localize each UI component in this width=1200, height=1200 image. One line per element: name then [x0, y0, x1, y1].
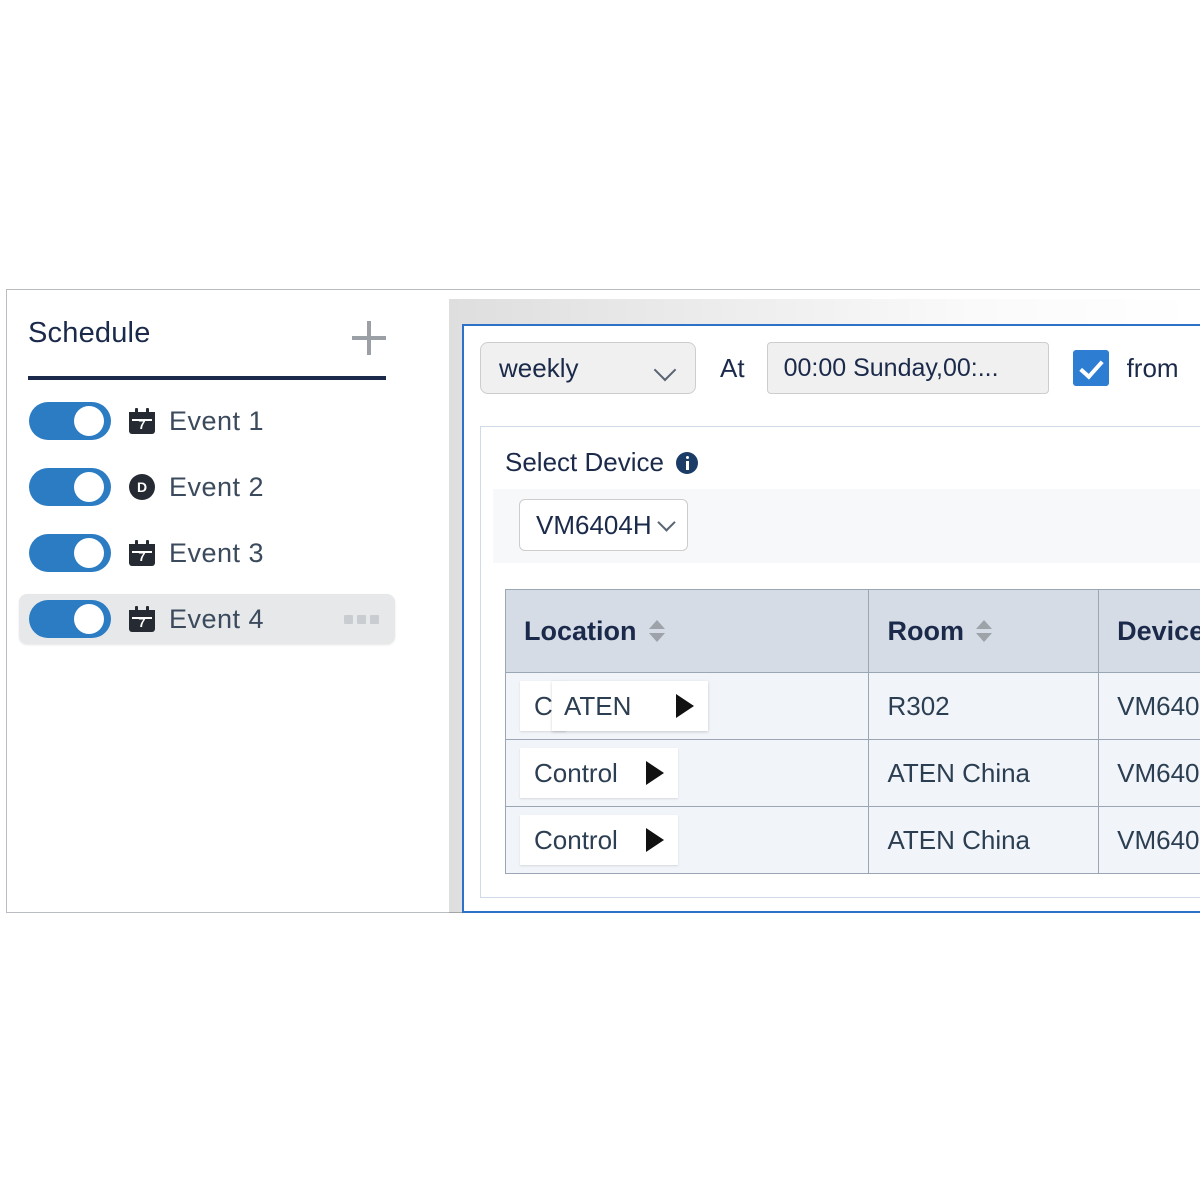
list-item-label: Event 4	[169, 604, 264, 635]
chevron-down-icon	[657, 513, 675, 531]
at-label: At	[720, 353, 745, 384]
select-device-heading: Select Device	[505, 447, 698, 478]
expand-arrow-icon[interactable]	[646, 828, 664, 852]
toggle-knob	[74, 604, 104, 634]
page-title: Schedule	[28, 317, 151, 350]
table-row[interactable]: Control ATEN China VM6404	[506, 806, 1200, 873]
calendar-icon-day: 7	[129, 616, 155, 629]
calendar-icon: 7	[129, 540, 155, 566]
from-checkbox[interactable]	[1073, 350, 1109, 386]
screenshot-root: Schedule 7 Event 1	[0, 0, 1200, 1200]
schedule-edit-modal: weekly At 00:00 Sunday,00:... from Selec…	[462, 324, 1200, 913]
schedule-divider	[28, 376, 386, 380]
overflow-menu-icon[interactable]	[344, 615, 379, 624]
schedule-header: Schedule	[28, 317, 386, 371]
toggle-knob	[74, 406, 104, 436]
from-label: from	[1127, 353, 1179, 384]
device-model-value: VM6404H	[536, 510, 652, 541]
column-header-device[interactable]: Device	[1099, 590, 1200, 672]
calendar-icon: 7	[129, 606, 155, 632]
cell-location: Co ATEN	[506, 672, 869, 739]
list-item-selected[interactable]: 7 Event 4	[19, 594, 395, 644]
cell-room: ATEN China	[869, 806, 1099, 873]
column-header-room[interactable]: Room	[869, 590, 1099, 672]
info-icon[interactable]	[676, 452, 698, 474]
location-popup[interactable]: ATEN	[552, 681, 708, 731]
location-chip-label: Control	[534, 825, 618, 856]
circle-d-icon: D	[129, 474, 155, 500]
column-header-location[interactable]: Location	[506, 590, 869, 672]
event-toggle[interactable]	[29, 468, 111, 506]
select-device-panel: Select Device VM6404H Location Room	[480, 426, 1200, 898]
list-item-label: Event 2	[169, 472, 264, 503]
list-item[interactable]: 7 Event 3	[19, 528, 395, 578]
device-model-select[interactable]: VM6404H	[519, 499, 688, 551]
cell-location: Control	[506, 806, 869, 873]
time-value: 00:00 Sunday,00:...	[784, 354, 999, 383]
device-table: Location Room Device Co	[505, 589, 1200, 874]
list-item[interactable]: D Event 2	[19, 462, 395, 512]
event-toggle[interactable]	[29, 600, 111, 638]
calendar-icon: 7	[129, 408, 155, 434]
toggle-knob	[74, 538, 104, 568]
toggle-knob	[74, 472, 104, 502]
list-item[interactable]: 7 Event 1	[19, 396, 395, 446]
recurrence-value: weekly	[499, 353, 578, 384]
cell-room: R302	[869, 672, 1099, 739]
calendar-icon-day: 7	[129, 550, 155, 563]
event-toggle[interactable]	[29, 534, 111, 572]
cell-device: VM6404	[1099, 739, 1200, 806]
column-header-label: Room	[887, 616, 964, 647]
location-chip-label: Control	[534, 758, 618, 789]
sort-icon[interactable]	[976, 620, 992, 642]
recurrence-select[interactable]: weekly	[480, 342, 696, 394]
expand-arrow-icon[interactable]	[676, 694, 694, 718]
column-header-label: Location	[524, 616, 637, 647]
cell-device: VM6404	[1099, 806, 1200, 873]
sort-icon[interactable]	[649, 620, 665, 642]
table-row[interactable]: Co ATEN R302 VM6404	[506, 672, 1200, 739]
circle-d-icon-letter: D	[129, 474, 155, 500]
select-device-label: Select Device	[505, 447, 664, 478]
cell-device: VM6404	[1099, 672, 1200, 739]
column-header-label: Device	[1117, 616, 1200, 647]
add-schedule-icon[interactable]	[352, 321, 386, 355]
time-input[interactable]: 00:00 Sunday,00:...	[767, 342, 1049, 394]
expand-arrow-icon[interactable]	[646, 761, 664, 785]
calendar-icon-day: 7	[129, 418, 155, 431]
schedule-sidebar: Schedule 7 Event 1	[7, 290, 459, 912]
event-toggle[interactable]	[29, 402, 111, 440]
location-chip[interactable]: Control	[520, 815, 678, 865]
cell-location: Control	[506, 739, 869, 806]
cell-room: ATEN China	[869, 739, 1099, 806]
location-popup-label: ATEN	[564, 691, 631, 722]
location-chip[interactable]: Control	[520, 748, 678, 798]
list-item-label: Event 1	[169, 406, 264, 437]
list-item-label: Event 3	[169, 538, 264, 569]
table-header-row: Location Room Device	[506, 590, 1200, 672]
device-select-bar: VM6404H	[493, 489, 1200, 563]
event-list: 7 Event 1 D Event 2	[19, 396, 395, 660]
schedule-toolbar: weekly At 00:00 Sunday,00:... from	[464, 326, 1200, 410]
table-row[interactable]: Control ATEN China VM6404	[506, 739, 1200, 806]
chevron-down-icon	[654, 359, 677, 382]
